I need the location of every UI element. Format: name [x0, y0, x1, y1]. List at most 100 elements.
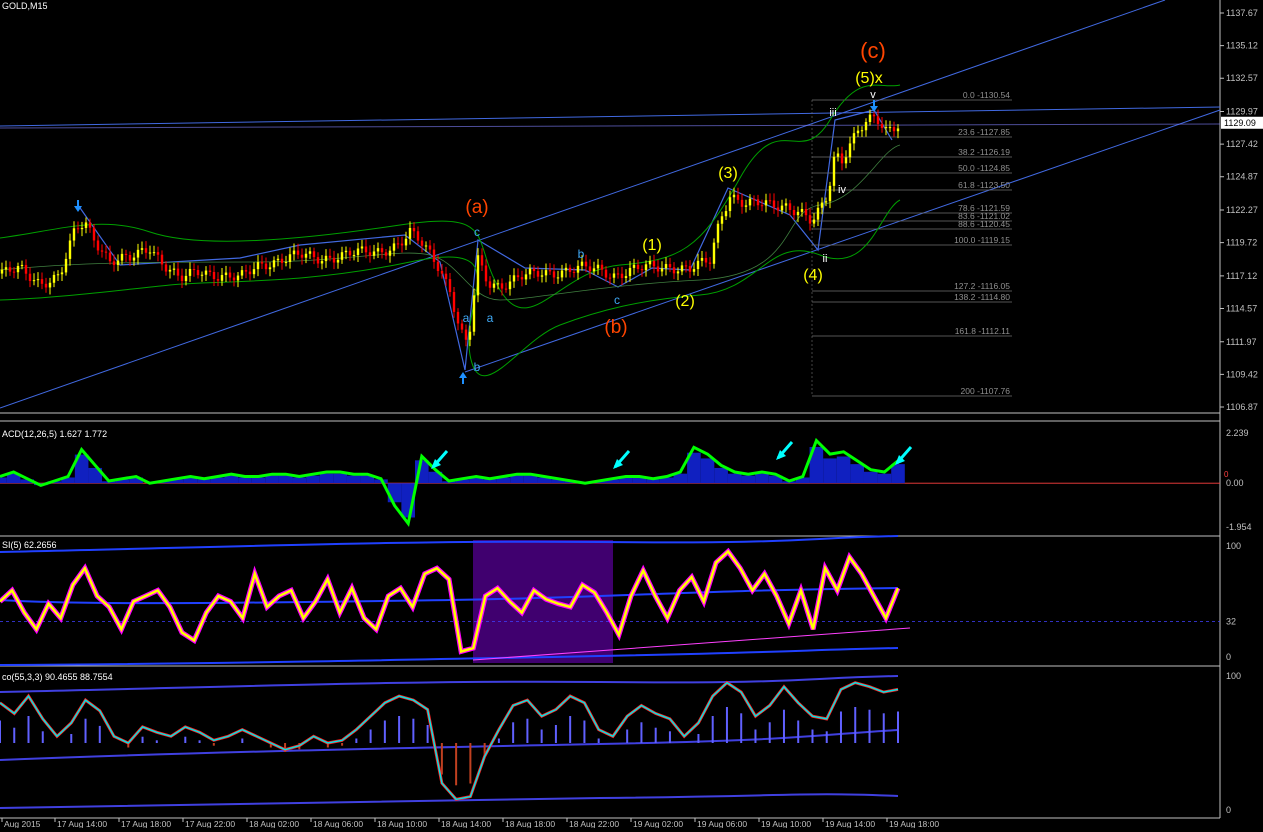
candle-body: [168, 269, 172, 272]
candle-body: [180, 275, 184, 281]
candle-body: [312, 251, 316, 258]
candle-body: [616, 273, 620, 275]
candle-body: [820, 202, 824, 208]
fib-level-label: 23.6 -1127.85: [958, 127, 1010, 137]
current-price-label: 1129.09: [1224, 118, 1256, 128]
candle-body: [608, 277, 612, 279]
candle-body: [348, 250, 352, 256]
stoch-main-line: [0, 681, 899, 801]
candle-body: [248, 271, 252, 275]
candle-body: [360, 246, 364, 249]
candle-body: [708, 262, 712, 264]
candle-body: [676, 271, 680, 274]
candle-body: [796, 211, 800, 216]
candle-body: [140, 248, 144, 250]
candle-body: [788, 203, 792, 210]
candle-body: [740, 199, 744, 207]
candle-body: [776, 207, 780, 211]
candle-body: [572, 271, 576, 273]
candle-body: [860, 130, 864, 132]
candle-body: [532, 268, 536, 272]
candle-body: [412, 227, 416, 232]
candle-body: [736, 194, 740, 200]
candle-body: [744, 205, 748, 207]
candle-body: [868, 114, 872, 122]
candle-body: [292, 250, 296, 255]
candle-body: [104, 251, 108, 253]
price-tick-label: 1114.57: [1226, 304, 1257, 314]
time-tick-label: 18 Aug 10:00: [377, 819, 427, 828]
wave-label-yellow: (2): [675, 293, 695, 310]
time-tick-label: 18 Aug 06:00: [313, 819, 363, 828]
candle-body: [256, 262, 260, 270]
candle-body: [884, 127, 888, 129]
candle-body: [48, 282, 52, 288]
rsi-highlight-zone: [473, 540, 613, 663]
rsi-label: SI(5) 62.2656: [2, 540, 57, 550]
candle-body: [756, 199, 760, 206]
macd-histogram-bar: [238, 477, 252, 484]
candle-body: [244, 270, 248, 272]
candle-body: [640, 269, 644, 271]
candle-body: [316, 257, 320, 264]
macd-label: ACD(12,26,5) 1.627 1.772: [2, 429, 107, 439]
candle-body: [288, 254, 292, 262]
macd-histogram-bar: [0, 477, 7, 484]
wave-label-blue: a: [487, 311, 494, 325]
candle-body: [652, 260, 656, 267]
candle-body: [536, 271, 540, 277]
candle-body: [184, 275, 188, 281]
candle-body: [440, 271, 444, 274]
macd-histogram-bar: [850, 464, 864, 484]
price-tick-label: 1135.12: [1226, 41, 1258, 51]
candle-body: [448, 279, 452, 293]
candle-body: [872, 114, 876, 117]
candle-body: [724, 211, 728, 217]
candle-body: [508, 281, 512, 290]
macd-tick-label: 2.239: [1226, 428, 1249, 438]
candle-body: [152, 252, 156, 254]
wave-label-yellow: (5)x: [855, 70, 883, 87]
candle-body: [368, 252, 372, 256]
candle-body: [304, 253, 308, 258]
candle-body: [4, 267, 8, 270]
candle-body: [828, 185, 832, 202]
candle-body: [188, 268, 192, 276]
candle-body: [620, 273, 624, 279]
candle-body: [624, 276, 628, 279]
stoch-label: co(55,3,3) 90.4655 88.7554: [2, 672, 113, 682]
fib-level-label: 200 -1107.76: [961, 386, 1011, 396]
macd-tick-label: -1.954: [1226, 522, 1252, 532]
candle-body: [528, 268, 532, 275]
candle-body: [684, 265, 688, 267]
candle-body: [224, 272, 228, 276]
candle-body: [656, 266, 660, 272]
candle-body: [120, 253, 124, 261]
candle-body: [596, 264, 600, 269]
macd-histogram-bar: [727, 473, 742, 484]
candle-body: [324, 255, 328, 262]
candle-body: [604, 269, 608, 278]
candle-body: [192, 268, 196, 271]
candle-body: [576, 265, 580, 273]
candle-body: [840, 153, 844, 164]
macd-histogram-bar: [346, 475, 361, 484]
candle-body: [88, 222, 92, 228]
candle-body: [12, 271, 16, 273]
candle-body: [388, 250, 392, 256]
stoch-signal-line: [0, 680, 899, 801]
candle-body: [132, 257, 136, 261]
candle-body: [768, 200, 772, 202]
candle-body: [300, 254, 304, 258]
candle-body: [456, 311, 460, 324]
fractal-up-arrow: [459, 372, 467, 378]
candle-body: [200, 274, 204, 276]
candle-body: [720, 216, 724, 224]
candle-body: [144, 248, 148, 253]
stoch-lower-band: [0, 793, 899, 809]
macd-histogram-bar: [741, 475, 756, 484]
candle-body: [84, 222, 88, 228]
macd-tick-label: 0.00: [1226, 478, 1244, 488]
candle-body: [36, 279, 40, 281]
candle-body: [32, 280, 36, 282]
